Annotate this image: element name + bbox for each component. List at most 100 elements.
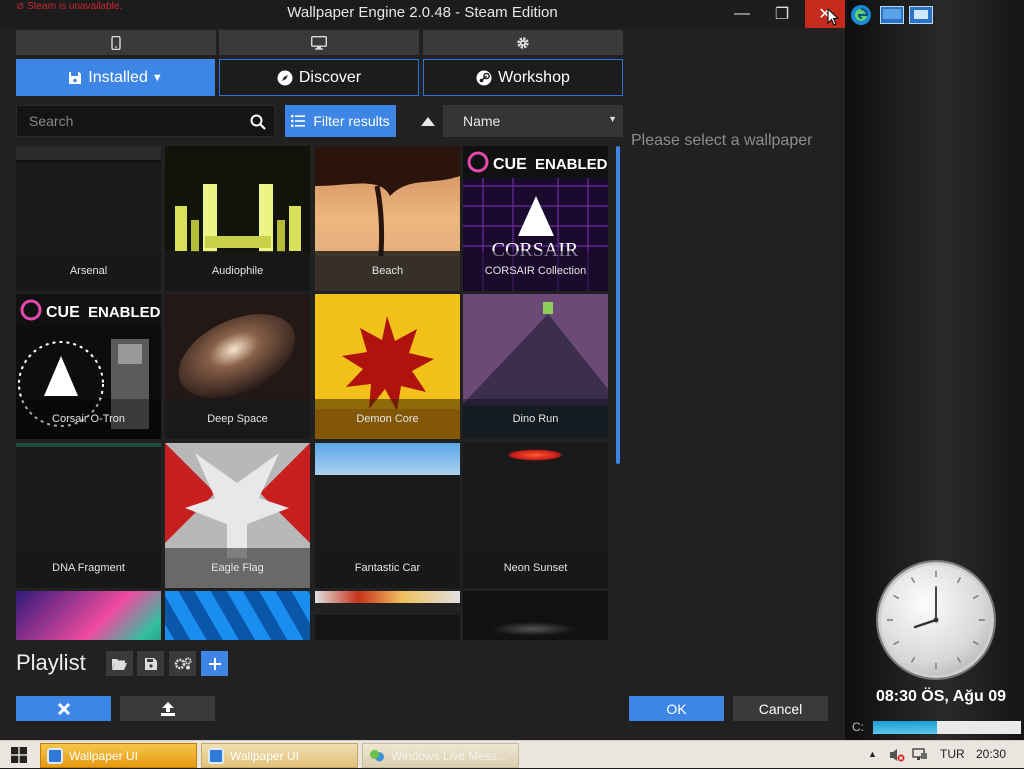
mouse-cursor-icon: [827, 8, 839, 26]
wallpaper-title: Demon Core: [315, 399, 460, 439]
folder-open-icon: [112, 658, 127, 670]
search-placeholder: Search: [29, 113, 74, 129]
wallpaper-tile[interactable]: [463, 591, 608, 640]
wallpaper-tile[interactable]: CUE ENABLED Corsair O-Tron: [16, 294, 161, 439]
playlist-title: Playlist: [16, 650, 86, 675]
search-input[interactable]: Search: [16, 105, 275, 137]
wallpaper-tile[interactable]: CUE ENABLED CORSAIR CORSAIR Collection: [463, 146, 608, 291]
wallpaper-tile[interactable]: Deep Space: [165, 294, 310, 439]
monitor-icon: [311, 35, 327, 50]
caret-down-icon: ▼: [151, 71, 163, 84]
filter-results-label: Filter results: [313, 113, 390, 129]
tab-phone[interactable]: [16, 30, 216, 55]
wallpaper-tile[interactable]: Arsenal: [16, 146, 161, 291]
gear-icon: [517, 36, 529, 49]
save-playlist-button[interactable]: [137, 651, 164, 676]
dropdown-caret-icon: ▼: [608, 114, 617, 124]
upload-icon: [160, 701, 175, 716]
compass-icon: [277, 70, 293, 85]
taskbar: Wallpaper UI Wallpaper UI Windows Live M…: [0, 740, 1024, 768]
ok-button[interactable]: OK: [629, 696, 724, 721]
cogs-icon: [174, 657, 192, 670]
tab-workshop[interactable]: Workshop: [423, 59, 623, 96]
tools-icon: [57, 702, 70, 715]
restore-button[interactable]: ❐: [762, 0, 802, 28]
desktop-shortcut-icon[interactable]: [880, 6, 904, 24]
wallpaper-title: Dino Run: [463, 399, 608, 439]
tab-discover-label: Discover: [298, 68, 362, 86]
close-button[interactable]: ✕: [805, 0, 845, 28]
taskbar-clock[interactable]: 20:30: [976, 747, 1006, 761]
tab-monitor[interactable]: [219, 30, 419, 55]
wallpaper-title: Neon Sunset: [463, 548, 608, 588]
tab-settings[interactable]: [423, 30, 623, 55]
wallpaper-title: DNA Fragment: [16, 548, 161, 588]
wallpaper-title: CORSAIR Collection: [463, 251, 608, 291]
cancel-button[interactable]: Cancel: [733, 696, 828, 721]
drive-usage-meter: [873, 721, 1021, 734]
windows-logo-icon: [11, 747, 27, 763]
window-title: Wallpaper Engine 2.0.48 - Steam Edition: [287, 4, 558, 21]
editor-button[interactable]: [16, 696, 111, 721]
grid-scrollbar[interactable]: [616, 146, 620, 464]
save-icon: [69, 71, 82, 84]
save-icon: [144, 657, 157, 670]
tab-discover[interactable]: Discover: [219, 59, 419, 96]
wallpaper-tile[interactable]: Beach: [315, 146, 460, 291]
taskbar-item-wallpaper-ui[interactable]: Wallpaper UI: [201, 743, 358, 768]
wallpaper-title: Corsair O-Tron: [16, 399, 161, 439]
wallpaper-tile[interactable]: DNA Fragment: [16, 443, 161, 588]
taskbar-item-live-messenger[interactable]: Windows Live Mess...: [362, 743, 519, 768]
start-button[interactable]: [0, 741, 38, 769]
search-icon[interactable]: [250, 114, 266, 130]
steam-icon: [476, 70, 492, 85]
sort-select[interactable]: Name ▼: [443, 105, 623, 137]
wallpaper-engine-window: ⊘ Steam is unavailable. Wallpaper Engine…: [0, 0, 845, 740]
svg-text:CUE: CUE: [46, 304, 80, 321]
wallpaper-tile[interactable]: [165, 591, 310, 640]
wallpaper-engine-icon: [208, 747, 224, 764]
volume-muted-icon[interactable]: [889, 747, 905, 763]
playlist-settings-button[interactable]: [169, 651, 196, 676]
language-indicator[interactable]: TUR: [940, 747, 965, 761]
wallpaper-engine-icon: [47, 747, 63, 764]
plus-icon: [208, 657, 221, 670]
clock-face-icon: [887, 571, 985, 669]
sort-value: Name: [463, 113, 501, 129]
wallpaper-tile[interactable]: [16, 591, 161, 640]
desktop-area: 08:30 ÖS, Ağu 09 C:: [845, 0, 1024, 740]
tab-installed[interactable]: Installed ▼: [16, 59, 215, 96]
edge-browser-icon[interactable]: [850, 4, 872, 26]
preview-placeholder-text: Please select a wallpaper: [631, 132, 813, 149]
wallpaper-tile[interactable]: Audiophile: [165, 146, 310, 291]
analog-clock-gadget: [878, 562, 994, 678]
wallpaper-tile[interactable]: Fantastic Car: [315, 443, 460, 588]
wallpaper-tile[interactable]: [315, 591, 460, 640]
tab-installed-label: Installed: [88, 68, 148, 86]
add-playlist-button[interactable]: [201, 651, 228, 676]
title-bar: ⊘ Steam is unavailable. Wallpaper Engine…: [0, 0, 845, 28]
filter-results-button[interactable]: Filter results: [285, 105, 396, 137]
wallpaper-tile[interactable]: Demon Core: [315, 294, 460, 439]
taskbar-item-wallpaper-ui-active[interactable]: Wallpaper UI: [40, 743, 197, 768]
wallpaper-title: Eagle Flag: [165, 548, 310, 588]
wallpaper-tile[interactable]: Eagle Flag: [165, 443, 310, 588]
phone-icon: [111, 35, 121, 50]
wallpaper-tile[interactable]: Dino Run: [463, 294, 608, 439]
open-playlist-button[interactable]: [106, 651, 133, 676]
wallpaper-title: Deep Space: [165, 399, 310, 439]
wallpaper-title: Fantastic Car: [315, 548, 460, 588]
svg-text:ENABLED: ENABLED: [88, 304, 161, 321]
window-switcher-icon[interactable]: [909, 6, 933, 24]
tab-workshop-label: Workshop: [498, 68, 570, 86]
wallpaper-title: Arsenal: [16, 251, 161, 291]
tray-expand-icon[interactable]: ▲: [868, 749, 877, 759]
drive-label: C:: [852, 720, 864, 734]
sort-direction-button[interactable]: [416, 111, 440, 131]
network-icon[interactable]: [912, 747, 928, 763]
wallpaper-tile[interactable]: Neon Sunset: [463, 443, 608, 588]
minimize-button[interactable]: —: [722, 0, 762, 28]
filter-list-icon: [291, 115, 306, 127]
enabled-badge: ENABLED: [535, 156, 608, 173]
upload-button[interactable]: [120, 696, 215, 721]
